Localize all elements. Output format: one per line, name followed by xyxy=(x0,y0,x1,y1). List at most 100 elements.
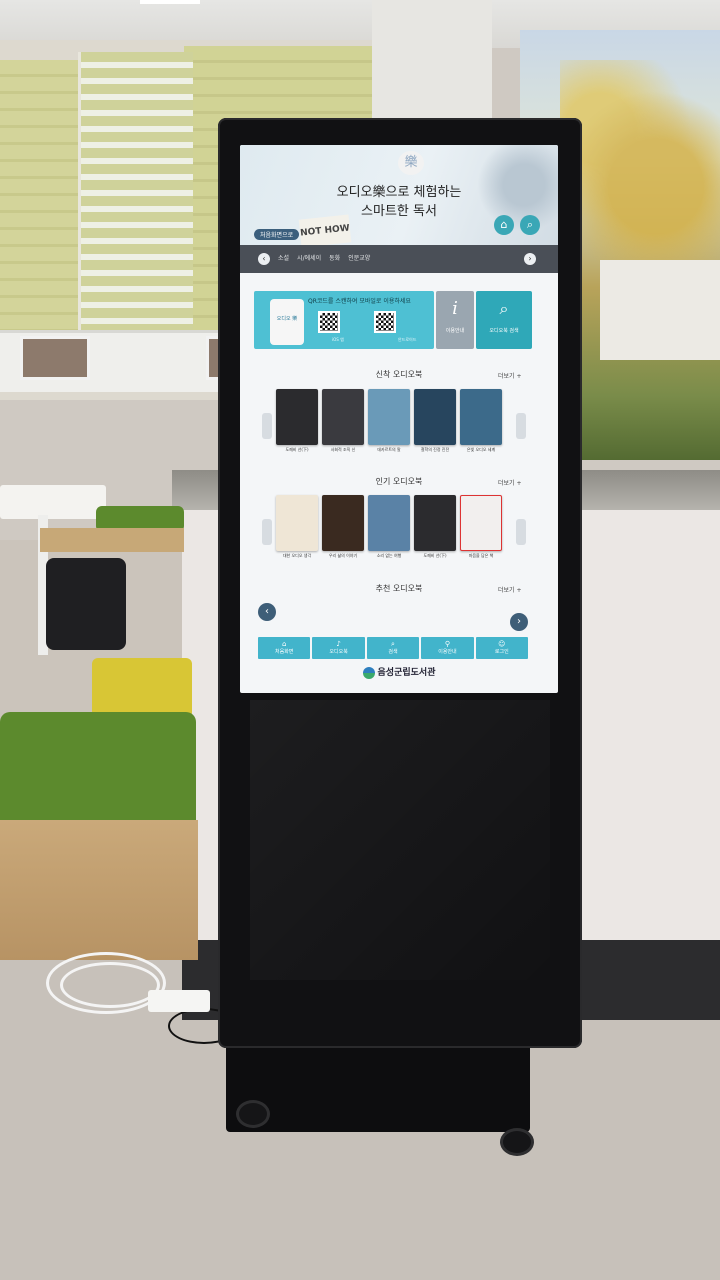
book-title: 마음을 담은 책 xyxy=(468,553,494,558)
audiobook-search-button[interactable]: ⌕ 오디오북 검색 xyxy=(476,291,532,349)
book-title: 소리 없는 여행 xyxy=(376,553,402,558)
book-item[interactable]: 데카르트의 말 xyxy=(368,389,410,453)
search-button-label: 오디오북 검색 xyxy=(489,328,519,334)
shelf-prev-icon[interactable] xyxy=(262,519,272,545)
footer-login-button[interactable]: ☺ 로그인 xyxy=(475,637,529,659)
ceiling-light xyxy=(140,0,200,4)
shelf-next-icon[interactable] xyxy=(516,519,526,545)
qr-instruction: QR코드를 스캔하여 모바일로 이용하세요 xyxy=(308,298,411,305)
hero-book-graphic: NOT HOW xyxy=(298,214,352,248)
library-logo-icon xyxy=(362,666,375,679)
glass-reflection xyxy=(250,700,550,980)
carousel-prev-icon[interactable]: ‹ xyxy=(258,603,276,621)
book-cover xyxy=(414,495,456,551)
home-pill-button[interactable]: 처음화면으로 xyxy=(254,229,300,240)
more-link-new[interactable]: 더보기 + xyxy=(498,371,522,380)
book-cover xyxy=(322,389,364,445)
qr-banner: 오디오 樂 QR코드를 스캔하여 모바일로 이용하세요 iOS 앱 안드로이드 xyxy=(254,291,434,349)
shelf-prev-icon[interactable] xyxy=(262,413,272,439)
audiobook-icon: ♪ xyxy=(336,640,341,648)
white-table xyxy=(0,485,106,519)
shelf-next-icon[interactable] xyxy=(516,413,526,439)
info-button[interactable]: i 이용안내 xyxy=(436,291,474,349)
user-icon: ☺ xyxy=(498,640,506,648)
popular-audiobook-shelf: 대한 오디오 생각 우리 삶의 이야기 소리 없는 여행 도깨비 선(下) 마음… xyxy=(276,495,516,559)
book-title: 데카르트의 말 xyxy=(377,447,401,452)
book-cover xyxy=(368,495,410,551)
autumn-tree xyxy=(560,60,720,290)
qr-caption: 안드로이드 xyxy=(398,337,417,342)
book-cover xyxy=(276,389,318,445)
footer-audiobook-button[interactable]: ♪ 오디오북 xyxy=(312,637,365,659)
book-cover xyxy=(460,495,502,551)
black-stool xyxy=(46,558,126,650)
info-icon: i xyxy=(452,298,458,319)
book-title: 도깨비 선(下) xyxy=(423,553,447,558)
book-cover xyxy=(322,495,364,551)
footer-search-button[interactable]: ⌕ 검색 xyxy=(366,637,420,659)
category-nav: ‹ 소설 시/에세이 동화 인문교양 › xyxy=(240,245,558,273)
kiosk-screen[interactable]: 樂 오디오樂으로 체험하는 스마트한 독서 NOT HOW 처음화면으로 ⌂ ⌕… xyxy=(240,145,558,693)
book-item[interactable]: 소리 없는 여행 xyxy=(368,495,410,559)
search-icon: ⌕ xyxy=(499,299,509,318)
book-item[interactable]: 도깨비 선(下) xyxy=(276,389,318,453)
wood-bench xyxy=(40,528,184,552)
book-item[interactable]: 마음을 담은 책 xyxy=(460,495,502,559)
outdoor-building xyxy=(600,260,720,360)
more-link-recommended[interactable]: 더보기 + xyxy=(498,585,522,594)
home-icon: ⌂ xyxy=(281,640,287,648)
book-title: 철학의 진정 진전 xyxy=(420,447,450,452)
book-title: 우리 삶의 이야기 xyxy=(328,553,358,558)
more-link-popular[interactable]: 더보기 + xyxy=(498,478,522,487)
nav-item[interactable]: 인문교양 xyxy=(348,253,370,262)
book-item[interactable]: 철학의 진정 진전 xyxy=(414,389,456,453)
home-icon[interactable]: ⌂ xyxy=(494,215,514,235)
book-item[interactable]: 은빛 오디오 세계 xyxy=(460,389,502,453)
book-cover xyxy=(460,389,502,445)
window-blind-middle xyxy=(78,52,193,374)
book-item[interactable]: 대한 오디오 생각 xyxy=(276,495,318,559)
new-audiobook-shelf: 도깨비 선(下) 사회적 조직 신 데카르트의 말 철학의 진정 진전 은빛 오… xyxy=(276,389,516,453)
footer-home-button[interactable]: ⌂ 처음화면 xyxy=(258,637,311,659)
nav-item[interactable]: 동화 xyxy=(329,253,340,262)
book-cover xyxy=(276,495,318,551)
nav-item[interactable]: 소설 xyxy=(278,253,289,262)
book-title: 도깨비 선(下) xyxy=(285,447,309,452)
wood-step-seating xyxy=(0,820,198,960)
guide-icon: ⚲ xyxy=(444,640,450,648)
footer-label: 검색 xyxy=(388,649,398,655)
footer-label: 오디오북 xyxy=(329,649,348,655)
qr-caption: iOS 앱 xyxy=(332,337,344,342)
pillar xyxy=(372,0,492,130)
book-title: 사회적 조직 신 xyxy=(330,447,356,452)
green-cushion-large xyxy=(0,712,196,832)
nav-item[interactable]: 시/에세이 xyxy=(297,253,321,262)
hero-title: 오디오樂으로 체험하는 스마트한 독서 xyxy=(280,183,518,221)
white-cable xyxy=(60,962,160,1008)
hero-title-line1: 오디오樂으로 체험하는 xyxy=(336,185,462,200)
book-item[interactable]: 사회적 조직 신 xyxy=(322,389,364,453)
footer-label: 로그인 xyxy=(494,649,509,655)
caster-wheel xyxy=(500,1128,534,1156)
footer-guide-button[interactable]: ⚲ 이용안내 xyxy=(421,637,474,659)
phone-graphic: 오디오 樂 xyxy=(270,299,304,345)
book-item[interactable]: 우리 삶의 이야기 xyxy=(322,495,364,559)
search-icon: ⌕ xyxy=(391,640,395,648)
audio-logo-icon: 樂 xyxy=(398,151,424,175)
power-strip xyxy=(148,990,210,1012)
library-brand: 음성군립도서관 xyxy=(240,665,558,679)
carousel-next-icon[interactable]: › xyxy=(510,613,528,631)
search-icon[interactable]: ⌕ xyxy=(520,215,540,235)
book-cover xyxy=(368,389,410,445)
book-item[interactable]: 도깨비 선(下) xyxy=(414,495,456,559)
book-title: 대한 오디오 생각 xyxy=(282,553,312,558)
qr-code-android xyxy=(374,311,396,333)
footer-nav: ⌂ 처음화면 ♪ 오디오북 ⌕ 검색 ⚲ 이용안내 ☺ 로그인 xyxy=(258,637,529,659)
nav-items: 소설 시/에세이 동화 인문교양 xyxy=(278,253,370,262)
library-name: 음성군립도서관 xyxy=(377,668,436,678)
book-cover xyxy=(414,389,456,445)
hero-banner: 樂 오디오樂으로 체험하는 스마트한 독서 NOT HOW 처음화면으로 ⌂ ⌕ xyxy=(240,145,558,248)
yellow-cushion xyxy=(92,658,192,718)
nav-prev-icon[interactable]: ‹ xyxy=(258,253,270,265)
nav-next-icon[interactable]: › xyxy=(524,253,536,265)
